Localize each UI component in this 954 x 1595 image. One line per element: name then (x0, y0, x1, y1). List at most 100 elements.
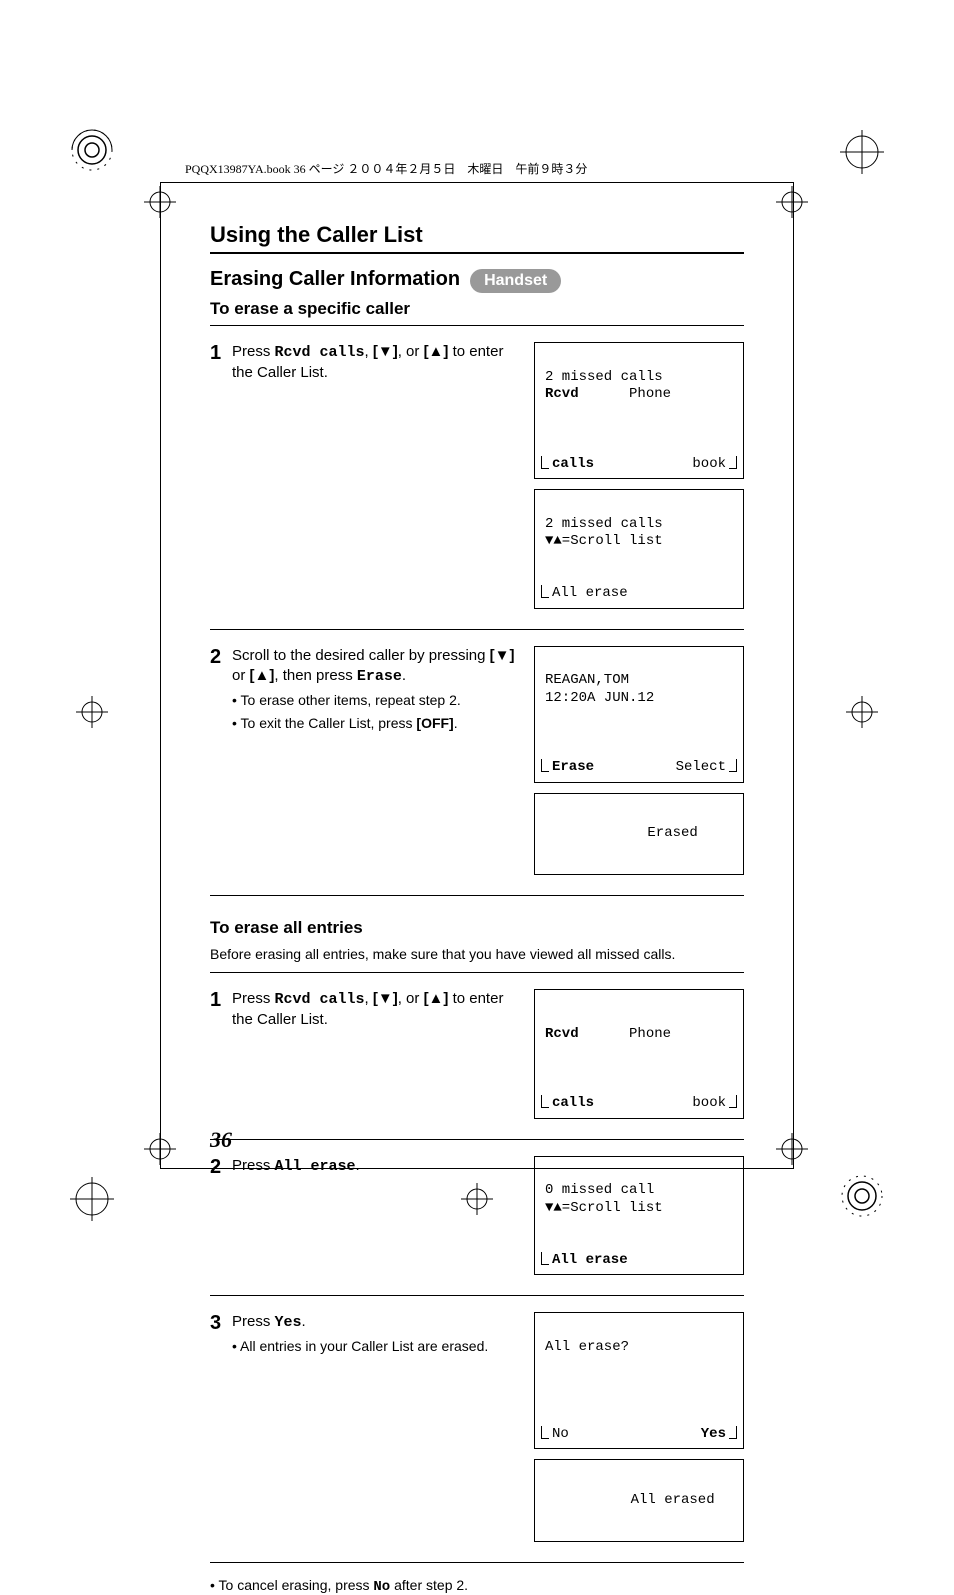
crop-mark-bottom-left (70, 1177, 114, 1221)
softkey-right-label: Yes (701, 1426, 726, 1442)
lcd-screen: 2 missed calls Rcvd Phone calls book (534, 342, 744, 479)
crop-mark-mid-left (70, 690, 114, 734)
step-number: 1 (210, 342, 232, 365)
registration-rosette-bottom-right (840, 1174, 884, 1223)
page-frame-left (160, 182, 161, 1169)
cmd-all-erase: All erase (275, 1158, 356, 1175)
erase-all-intro: Before erasing all entries, make sure th… (210, 946, 744, 962)
divider (210, 629, 744, 630)
softkey-right: book (692, 1095, 737, 1113)
lcd-line: All erase? (545, 1339, 629, 1355)
crop-mark-mid-right (840, 690, 884, 734)
cmd-rcvd-calls: Rcvd calls (275, 991, 365, 1008)
page-number: 36 (210, 1127, 232, 1153)
step-text: Press Yes. All entries in your Caller Li… (232, 1312, 534, 1356)
key-up: [▲] (250, 667, 275, 684)
lcd-line: All erased (631, 1492, 715, 1508)
cancel-note: To cancel erasing, press No after step 2… (210, 1577, 744, 1595)
crop-mark-bottom-right-inner (770, 1127, 814, 1171)
t: after step 2. (390, 1577, 468, 1593)
lcd-line: 0 missed call (545, 1182, 654, 1198)
lcd-line: 2 missed calls (545, 369, 663, 385)
t: Press (232, 1157, 275, 1174)
bullet: All entries in your Caller List are eras… (232, 1337, 522, 1356)
t: Press (232, 990, 275, 1007)
softkey-right: book (692, 456, 737, 474)
divider (210, 1562, 744, 1563)
step-text: Press Rcvd calls, [▼], or [▲] to enter t… (232, 342, 534, 384)
lcd-line: ▼▲=Scroll list (545, 533, 663, 549)
erase-specific-heading: To erase a specific caller (210, 299, 744, 319)
key-up: [▲] (424, 343, 449, 360)
lcd-line: 12:20A JUN.12 (545, 690, 654, 706)
t: . (402, 667, 406, 684)
softkey-left: Erase (541, 759, 594, 777)
t: Press (232, 1313, 275, 1330)
t: Press (232, 343, 275, 360)
step-screens: All erase? No Yes All erased (534, 1312, 744, 1542)
divider (210, 1295, 744, 1296)
step-number: 1 (210, 989, 232, 1012)
lcd-screen: 0 missed call ▼▲=Scroll list All erase (534, 1156, 744, 1276)
key-down: [▼] (373, 343, 398, 360)
lcd-screen: REAGAN,TOM 12:20A JUN.12 Erase Select (534, 646, 744, 783)
section-rule (210, 252, 744, 254)
page-frame-right (793, 182, 794, 1169)
erasing-heading-row: Erasing Caller Information Handset (210, 268, 744, 293)
t: or (232, 667, 250, 684)
crop-mark-top-right (840, 130, 884, 174)
cmd-yes: Yes (275, 1314, 302, 1331)
t: . (302, 1313, 306, 1330)
specific-step-1: 1 Press Rcvd calls, [▼], or [▲] to enter… (210, 332, 744, 623)
t: . (356, 1157, 360, 1174)
t: To exit the Caller List, press (241, 715, 417, 731)
lcd-screen: Erased (534, 793, 744, 876)
step-text: Press Rcvd calls, [▼], or [▲] to enter t… (232, 989, 534, 1031)
all-step-1: 1 Press Rcvd calls, [▼], or [▲] to enter… (210, 979, 744, 1133)
softkey-left-label: Erase (552, 759, 594, 775)
lcd-line: Erased (647, 825, 697, 841)
lcd-left-label: Rcvd (545, 1026, 579, 1042)
t: To cancel erasing, press (219, 1577, 374, 1593)
key-down: [▼] (490, 647, 515, 664)
step-screens: 0 missed call ▼▲=Scroll list All erase (534, 1156, 744, 1276)
t: , or (398, 343, 424, 360)
t: . (454, 715, 458, 731)
bullet: To erase other items, repeat step 2. (232, 691, 522, 710)
lcd-line: 2 missed calls (545, 516, 663, 532)
step-text: Scroll to the desired caller by pressing… (232, 646, 534, 733)
key-off: [OFF] (416, 715, 453, 731)
cmd-rcvd-calls: Rcvd calls (275, 344, 365, 361)
softkey-right: Select (676, 759, 737, 777)
lcd-screen: All erased (534, 1459, 744, 1542)
all-step-3: 3 Press Yes. All entries in your Caller … (210, 1302, 744, 1556)
t: , then press (274, 667, 357, 684)
lcd-line: ▼▲=Scroll list (545, 1200, 663, 1216)
lcd-screen: Rcvd Phone calls book (534, 989, 744, 1119)
page-frame-top (160, 182, 794, 183)
step-text: Press All erase. (232, 1156, 534, 1177)
step-number: 2 (210, 646, 232, 669)
step-screens: Rcvd Phone calls book (534, 989, 744, 1119)
all-step-2: 2 Press All erase. 0 missed call ▼▲=Scro… (210, 1146, 744, 1290)
lcd-screen: All erase? No Yes (534, 1312, 744, 1449)
erasing-heading: Erasing Caller Information (210, 268, 460, 291)
crop-mark-top-right-inner (770, 180, 814, 224)
softkey-left: All erase (541, 1252, 628, 1270)
bullet: To exit the Caller List, press [OFF]. (232, 714, 522, 733)
softkey-left: No (541, 1426, 569, 1444)
softkey-left: calls (541, 456, 594, 474)
softkey-left: All erase (541, 585, 628, 603)
t: , (365, 990, 373, 1007)
divider (210, 1139, 744, 1140)
t: , or (398, 990, 424, 1007)
divider (210, 895, 744, 896)
cmd-no: No (373, 1579, 390, 1595)
cmd-erase: Erase (357, 668, 402, 685)
step-screens: 2 missed calls Rcvd Phone calls book 2 m… (534, 342, 744, 609)
lcd-line: REAGAN,TOM (545, 672, 629, 688)
t: , (365, 343, 373, 360)
lcd-right-label: Phone (629, 386, 671, 402)
erase-all-heading: To erase all entries (210, 918, 744, 938)
softkey-left-label: calls (552, 456, 594, 472)
